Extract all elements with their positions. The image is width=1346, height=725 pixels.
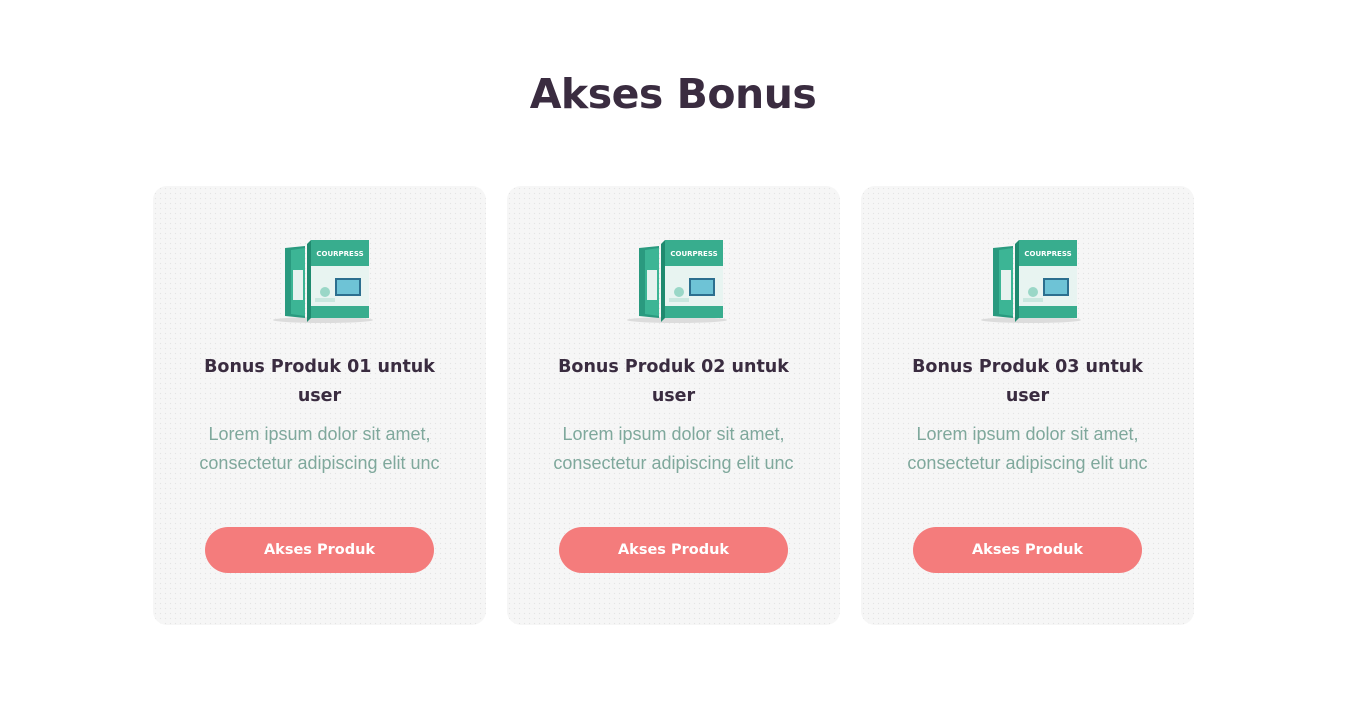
bonus-card: COURPRESS Bonus Produk 02 untuk user Lor… xyxy=(507,186,840,625)
akses-produk-button[interactable]: Akses Produk xyxy=(559,527,788,573)
card-title: Bonus Produk 02 untuk user xyxy=(558,357,789,406)
product-box-label: COURPRESS xyxy=(316,250,363,258)
product-box-image: COURPRESS xyxy=(272,240,373,323)
card-description: Lorem ipsum dolor sit amet, consectetur … xyxy=(907,424,1148,473)
card-title: Bonus Produk 03 untuk user xyxy=(912,357,1143,406)
bonus-card: COURPRESS Bonus Produk 03 untuk user Lor… xyxy=(861,186,1194,625)
bonus-card: COURPRESS Bonus Produk 01 untuk user Lor… xyxy=(153,186,486,625)
section-title: Akses Bonus xyxy=(529,70,817,118)
product-box-image: COURPRESS xyxy=(626,240,727,323)
card-description: Lorem ipsum dolor sit amet, consectetur … xyxy=(199,424,440,473)
product-box-image: COURPRESS xyxy=(980,240,1081,323)
akses-produk-button[interactable]: Akses Produk xyxy=(205,527,434,573)
card-title: Bonus Produk 01 untuk user xyxy=(204,357,435,406)
bonus-cards: COURPRESS Bonus Produk 01 untuk user Lor… xyxy=(153,186,1194,625)
product-box-label: COURPRESS xyxy=(1024,250,1071,258)
akses-produk-button[interactable]: Akses Produk xyxy=(913,527,1142,573)
product-box-label: COURPRESS xyxy=(670,250,717,258)
card-description: Lorem ipsum dolor sit amet, consectetur … xyxy=(553,424,794,473)
